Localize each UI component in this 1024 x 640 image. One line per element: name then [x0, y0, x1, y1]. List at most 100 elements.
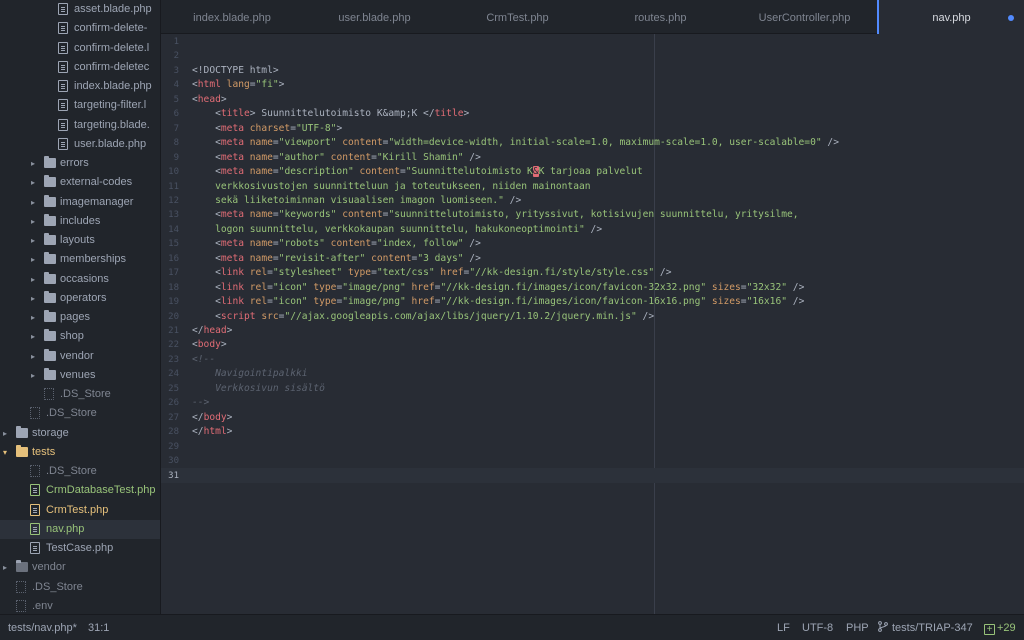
tree-file[interactable]: targeting.blade. — [0, 116, 160, 135]
chevron-right-icon[interactable]: ▸ — [28, 250, 38, 269]
tree-file[interactable]: .DS_Store — [0, 385, 160, 404]
tree-folder[interactable]: ▸ layouts — [0, 231, 160, 250]
tree-folder[interactable]: ▸ operators — [0, 289, 160, 308]
tree-folder[interactable]: ▸ memberships — [0, 250, 160, 269]
tree-file[interactable]: .env — [0, 597, 160, 614]
tree-folder[interactable]: ▸ imagemanager — [0, 193, 160, 212]
tree-folder[interactable]: ▸ vendor — [0, 347, 160, 366]
code-line[interactable]: <link rel="icon" type="image/png" href="… — [192, 281, 804, 295]
line-number[interactable]: 17 — [161, 266, 179, 280]
tree-file[interactable]: index.blade.php — [0, 77, 160, 96]
line-number[interactable]: 4 — [161, 78, 179, 92]
chevron-right-icon[interactable]: ▸ — [28, 173, 38, 192]
code-line[interactable]: <meta charset="UTF-8"> — [192, 122, 342, 136]
tree-file[interactable]: .DS_Store — [0, 404, 160, 423]
tree-folder[interactable]: ▸ shop — [0, 327, 160, 346]
tree-file[interactable]: user.blade.php — [0, 135, 160, 154]
chevron-right-icon[interactable]: ▸ — [28, 308, 38, 327]
tree-file[interactable]: confirm-deletec — [0, 58, 160, 77]
line-number[interactable]: 13 — [161, 208, 179, 222]
line-number[interactable]: 31 — [161, 469, 179, 483]
chevron-right-icon[interactable]: ▸ — [28, 289, 38, 308]
line-number[interactable]: 15 — [161, 237, 179, 251]
code-line[interactable]: logon suunnittelu, verkkokaupan suunnitt… — [192, 223, 602, 237]
modified-dot-icon[interactable] — [1008, 15, 1014, 21]
line-number[interactable]: 27 — [161, 411, 179, 425]
code-line[interactable]: Verkkosivun sisältö — [192, 382, 325, 396]
tree-file[interactable]: asset.blade.php — [0, 0, 160, 19]
line-number[interactable]: 2 — [161, 49, 179, 63]
status-file-path[interactable]: tests/nav.php* — [8, 615, 77, 640]
line-number[interactable]: 9 — [161, 151, 179, 165]
code-line[interactable]: sekä liiketoiminnan visuaalisen imagon l… — [192, 194, 521, 208]
tree-folder[interactable]: ▾ tests — [0, 443, 160, 462]
chevron-right-icon[interactable]: ▸ — [28, 212, 38, 231]
line-number[interactable]: 25 — [161, 382, 179, 396]
line-number[interactable]: 26 — [161, 396, 179, 410]
code-line[interactable]: <body> — [192, 338, 227, 352]
tree-file[interactable]: confirm-delete.l — [0, 39, 160, 58]
tree-file[interactable]: targeting-filter.l — [0, 96, 160, 115]
editor-tab[interactable]: UserController.php — [732, 0, 877, 34]
chevron-right-icon[interactable]: ▸ — [28, 193, 38, 212]
status-git-branch[interactable]: tests/TRIAP-347 — [878, 615, 973, 640]
code-line[interactable]: Navigointipalkki — [192, 367, 307, 381]
chevron-right-icon[interactable]: ▸ — [28, 154, 38, 173]
code-line[interactable]: <meta name="viewport" content="width=dev… — [192, 136, 839, 150]
code-line[interactable]: <!-- — [192, 353, 215, 367]
line-number[interactable]: 10 — [161, 165, 179, 179]
line-number[interactable]: 11 — [161, 180, 179, 194]
code-line[interactable]: <meta name="robots" content="index, foll… — [192, 237, 481, 251]
line-number[interactable]: 14 — [161, 223, 179, 237]
tree-file[interactable]: .DS_Store — [0, 462, 160, 481]
tree-folder[interactable]: ▸ errors — [0, 154, 160, 173]
code-editor[interactable]: 1 2 3 <!DOCTYPE html> 4 <html lang="fi"> 5 <hea… — [161, 34, 1024, 614]
code-line[interactable]: <script src="//ajax.googleapis.com/ajax/… — [192, 310, 654, 324]
status-line-ending[interactable]: LF — [777, 615, 790, 640]
line-number[interactable]: 19 — [161, 295, 179, 309]
line-number[interactable]: 1 — [161, 35, 179, 49]
chevron-right-icon[interactable]: ▸ — [28, 231, 38, 250]
tree-folder[interactable]: ▸ includes — [0, 212, 160, 231]
tree-file[interactable]: .DS_Store — [0, 578, 160, 597]
status-encoding[interactable]: UTF-8 — [802, 615, 833, 640]
code-line[interactable]: </body> — [192, 411, 232, 425]
tree-folder[interactable]: ▸ pages — [0, 308, 160, 327]
tree-file[interactable]: nav.php — [0, 519, 160, 539]
chevron-right-icon[interactable]: ▸ — [28, 327, 38, 346]
line-number[interactable]: 28 — [161, 425, 179, 439]
code-line[interactable]: <meta name="description" content="Suunni… — [192, 165, 643, 179]
editor-tab[interactable]: CrmTest.php — [446, 0, 589, 34]
code-line[interactable]: <meta name="revisit-after" content="3 da… — [192, 252, 481, 266]
code-line[interactable]: <!DOCTYPE html> — [192, 64, 279, 78]
line-number[interactable]: 20 — [161, 310, 179, 324]
line-number[interactable]: 7 — [161, 122, 179, 136]
code-line[interactable]: <meta name="author" content="Kirill Sham… — [192, 151, 481, 165]
editor-tab[interactable]: user.blade.php — [303, 0, 446, 34]
chevron-right-icon[interactable]: ▸ — [28, 366, 38, 385]
code-line[interactable]: verkkosivustojen suunnitteluun ja toteut… — [192, 180, 590, 194]
line-number[interactable]: 6 — [161, 107, 179, 121]
line-number[interactable]: 5 — [161, 93, 179, 107]
line-number[interactable]: 16 — [161, 252, 179, 266]
tree-folder[interactable]: ▸ external-codes — [0, 173, 160, 192]
status-grammar[interactable]: PHP — [846, 615, 869, 640]
tree-view[interactable]: asset.blade.php confirm-delete-confirm-de… — [0, 0, 161, 614]
chevron-down-icon[interactable]: ▾ — [0, 443, 10, 462]
line-number[interactable]: 3 — [161, 64, 179, 78]
line-number[interactable]: 18 — [161, 281, 179, 295]
chevron-right-icon[interactable]: ▸ — [28, 347, 38, 366]
line-number[interactable]: 29 — [161, 440, 179, 454]
editor-tab[interactable]: index.blade.php — [161, 0, 303, 34]
tree-folder[interactable]: ▸ storage — [0, 424, 160, 443]
line-number[interactable]: 23 — [161, 353, 179, 367]
chevron-right-icon[interactable]: ▸ — [0, 424, 10, 443]
line-number[interactable]: 22 — [161, 338, 179, 352]
line-number[interactable]: 8 — [161, 136, 179, 150]
code-line[interactable]: </html> — [192, 425, 232, 439]
line-number[interactable]: 21 — [161, 324, 179, 338]
status-git-changes[interactable]: + +29 — [984, 615, 1016, 640]
code-line[interactable]: <link rel="icon" type="image/png" href="… — [192, 295, 804, 309]
code-line[interactable]: <html lang="fi"> — [192, 78, 284, 92]
code-line[interactable]: --> — [192, 396, 209, 410]
